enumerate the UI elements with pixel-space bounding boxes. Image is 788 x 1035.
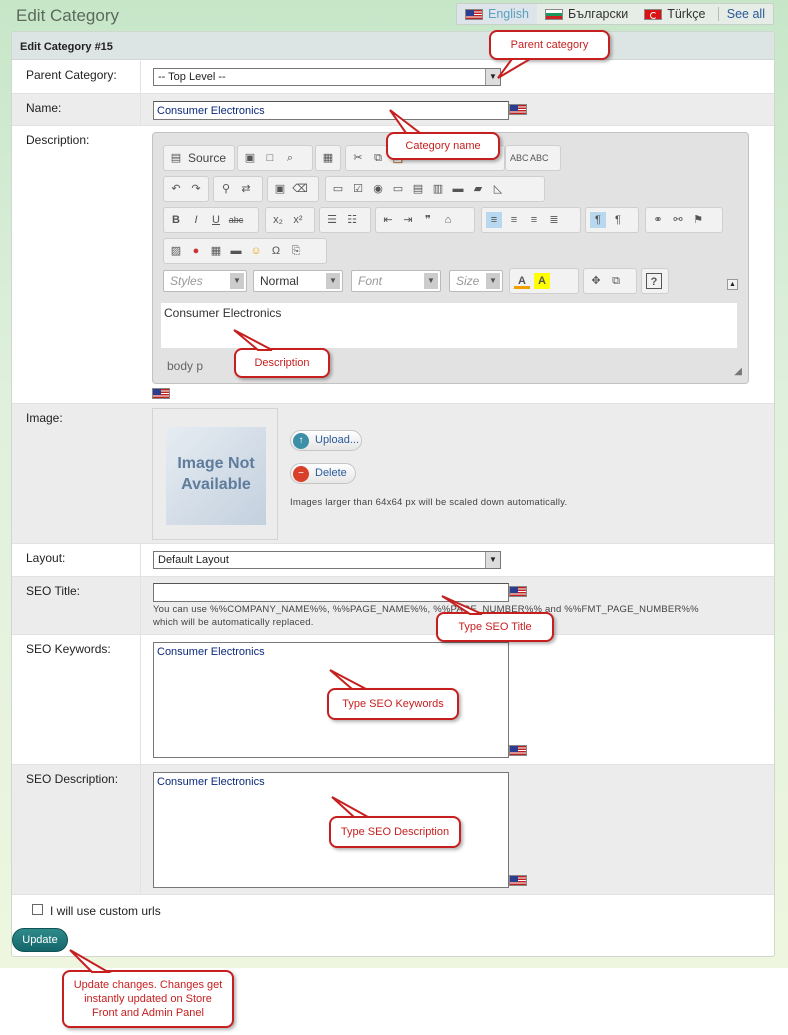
callout-tails [69,58,534,973]
